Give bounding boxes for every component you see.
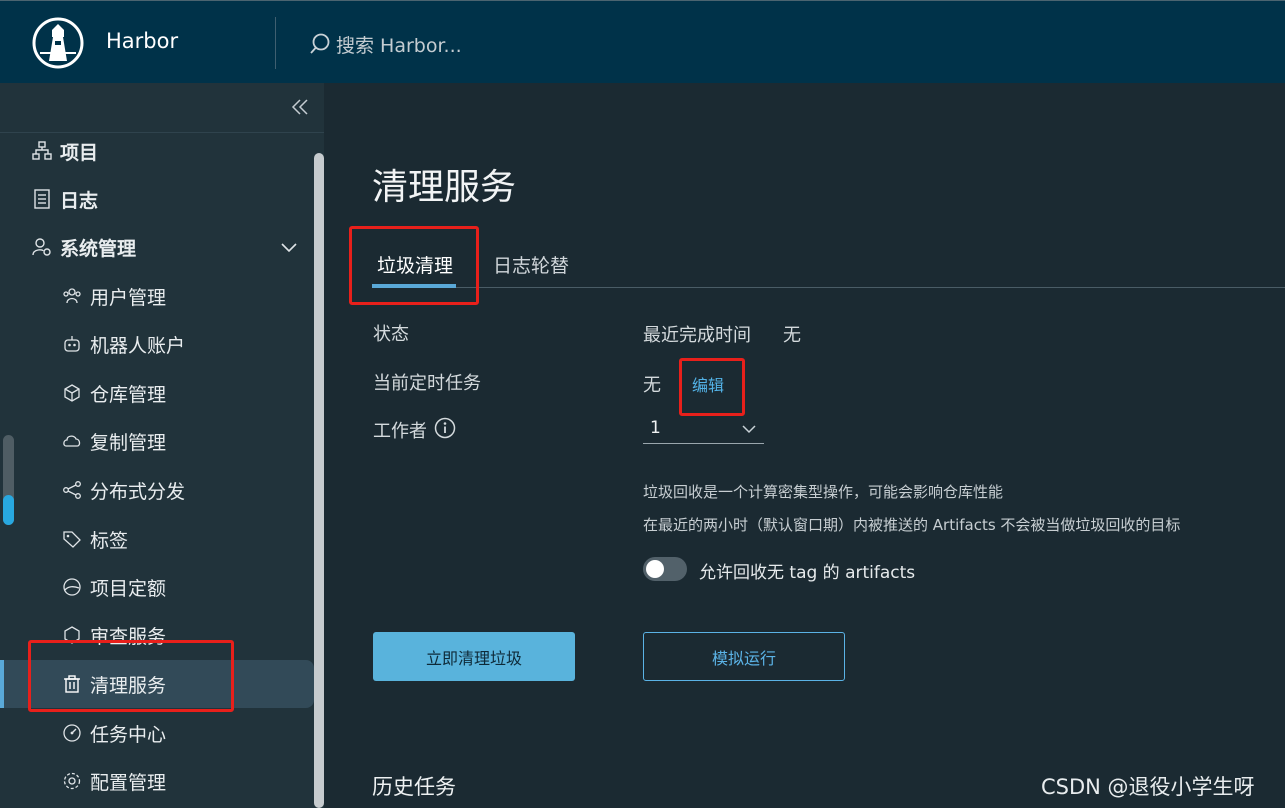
sidebar-item-registries[interactable]: 仓库管理 [0, 369, 314, 417]
highlight-box-sidebar [28, 640, 234, 712]
robot-icon [62, 334, 82, 354]
sidebar-item-configuration[interactable]: 配置管理 [0, 757, 314, 805]
sidebar-item-label: 项目 [60, 141, 99, 164]
chevron-down-icon [742, 425, 756, 434]
sidebar-item-label: 配置管理 [90, 771, 167, 794]
main-content: 清理服务 垃圾清理 日志轮替 状态 最近完成时间 无 当前定时任务 无 编辑 工… [324, 83, 1285, 808]
global-search[interactable]: 搜索 Harbor... [310, 31, 462, 57]
sidebar-item-projects[interactable]: 项目 [0, 127, 314, 175]
sidebar-item-label: 日志 [60, 189, 99, 212]
dry-run-button[interactable]: 模拟运行 [643, 632, 845, 681]
page-scrollbar-thumb[interactable] [3, 495, 14, 525]
delete-untagged-toggle[interactable] [643, 557, 687, 581]
info-icon[interactable] [434, 417, 456, 439]
last-completed-label: 最近完成时间 [643, 325, 751, 346]
watermark: CSDN @退役小学生呀 [1041, 775, 1255, 799]
schedule-value: 无 [643, 375, 661, 396]
highlight-box-tab [349, 226, 479, 305]
config-icon [62, 771, 82, 791]
highlight-box-edit [679, 358, 745, 416]
tag-icon [62, 529, 82, 549]
sidebar-item-system-admin[interactable]: 系统管理 [0, 223, 314, 271]
sidebar-item-distributions[interactable]: 分布式分发 [0, 466, 314, 514]
collapse-sidebar-icon[interactable] [290, 97, 310, 117]
sidebar-item-job-service[interactable]: 任务中心 [0, 709, 314, 757]
project-icon [32, 141, 52, 161]
search-placeholder[interactable]: 搜索 Harbor... [336, 31, 462, 58]
page-title: 清理服务 [372, 167, 517, 208]
sidebar-item-label: 用户管理 [90, 286, 167, 309]
app-title[interactable]: Harbor [106, 29, 178, 53]
sidebar-item-labels[interactable]: 标签 [0, 515, 314, 563]
gc-note-line1: 垃圾回收是一个计算密集型操作，可能会影响仓库性能 [643, 483, 1004, 501]
sidebar-item-label: 项目定额 [90, 577, 167, 600]
distribution-icon [62, 480, 82, 500]
sidebar-item-label: 分布式分发 [90, 480, 186, 503]
replication-icon [62, 431, 82, 451]
sidebar-item-label: 系统管理 [60, 237, 137, 260]
workers-select[interactable]: 1 [643, 412, 764, 444]
status-label: 状态 [373, 324, 409, 345]
job-center-icon [62, 723, 82, 743]
sidebar-scrollbar[interactable] [314, 153, 324, 808]
workers-select-value: 1 [650, 418, 661, 438]
gc-now-button[interactable]: 立即清理垃圾 [373, 632, 575, 681]
sidebar-item-label: 任务中心 [90, 723, 167, 746]
sidebar-item-logs[interactable]: 日志 [0, 175, 314, 223]
sidebar-item-robot-accounts[interactable]: 机器人账户 [0, 320, 314, 368]
sidebar-item-label: 复制管理 [90, 431, 167, 454]
chevron-down-icon[interactable] [280, 238, 298, 256]
history-title: 历史任务 [372, 775, 456, 799]
sidebar-item-label: 机器人账户 [90, 334, 186, 357]
toggle-knob [646, 560, 664, 578]
sidebar-collapse-row [0, 83, 324, 133]
sidebar-item-project-quotas[interactable]: 项目定额 [0, 563, 314, 611]
header-divider [275, 17, 276, 69]
top-navbar: Harbor 搜索 Harbor... [0, 0, 1285, 83]
sidebar-item-replications[interactable]: 复制管理 [0, 417, 314, 465]
registry-icon [62, 383, 82, 403]
workers-label: 工作者 [373, 421, 427, 442]
sidebar-item-users[interactable]: 用户管理 [0, 272, 314, 320]
schedule-label: 当前定时任务 [373, 373, 481, 394]
active-indicator [0, 660, 4, 708]
delete-untagged-label: 允许回收无 tag 的 artifacts [699, 563, 916, 583]
sidebar-item-label: 标签 [90, 529, 129, 552]
search-icon [310, 33, 330, 54]
log-icon [32, 189, 52, 209]
system-admin-icon [32, 237, 52, 257]
last-completed-value: 无 [783, 325, 801, 346]
sidebar: 项目 日志 系统管理 用户管理 机器人账户 仓库管理 复制管理 分布式分发 标签… [0, 83, 324, 808]
harbor-logo-icon[interactable] [32, 17, 84, 69]
tabs-divider [372, 287, 1285, 288]
sidebar-item-label: 仓库管理 [90, 383, 167, 406]
quota-icon [62, 577, 82, 597]
tab-log-rotation[interactable]: 日志轮替 [493, 251, 569, 278]
gc-note-line2: 在最近的两小时（默认窗口期）内被推送的 Artifacts 不会被当做垃圾回收的… [643, 516, 1181, 534]
users-icon [62, 286, 82, 306]
